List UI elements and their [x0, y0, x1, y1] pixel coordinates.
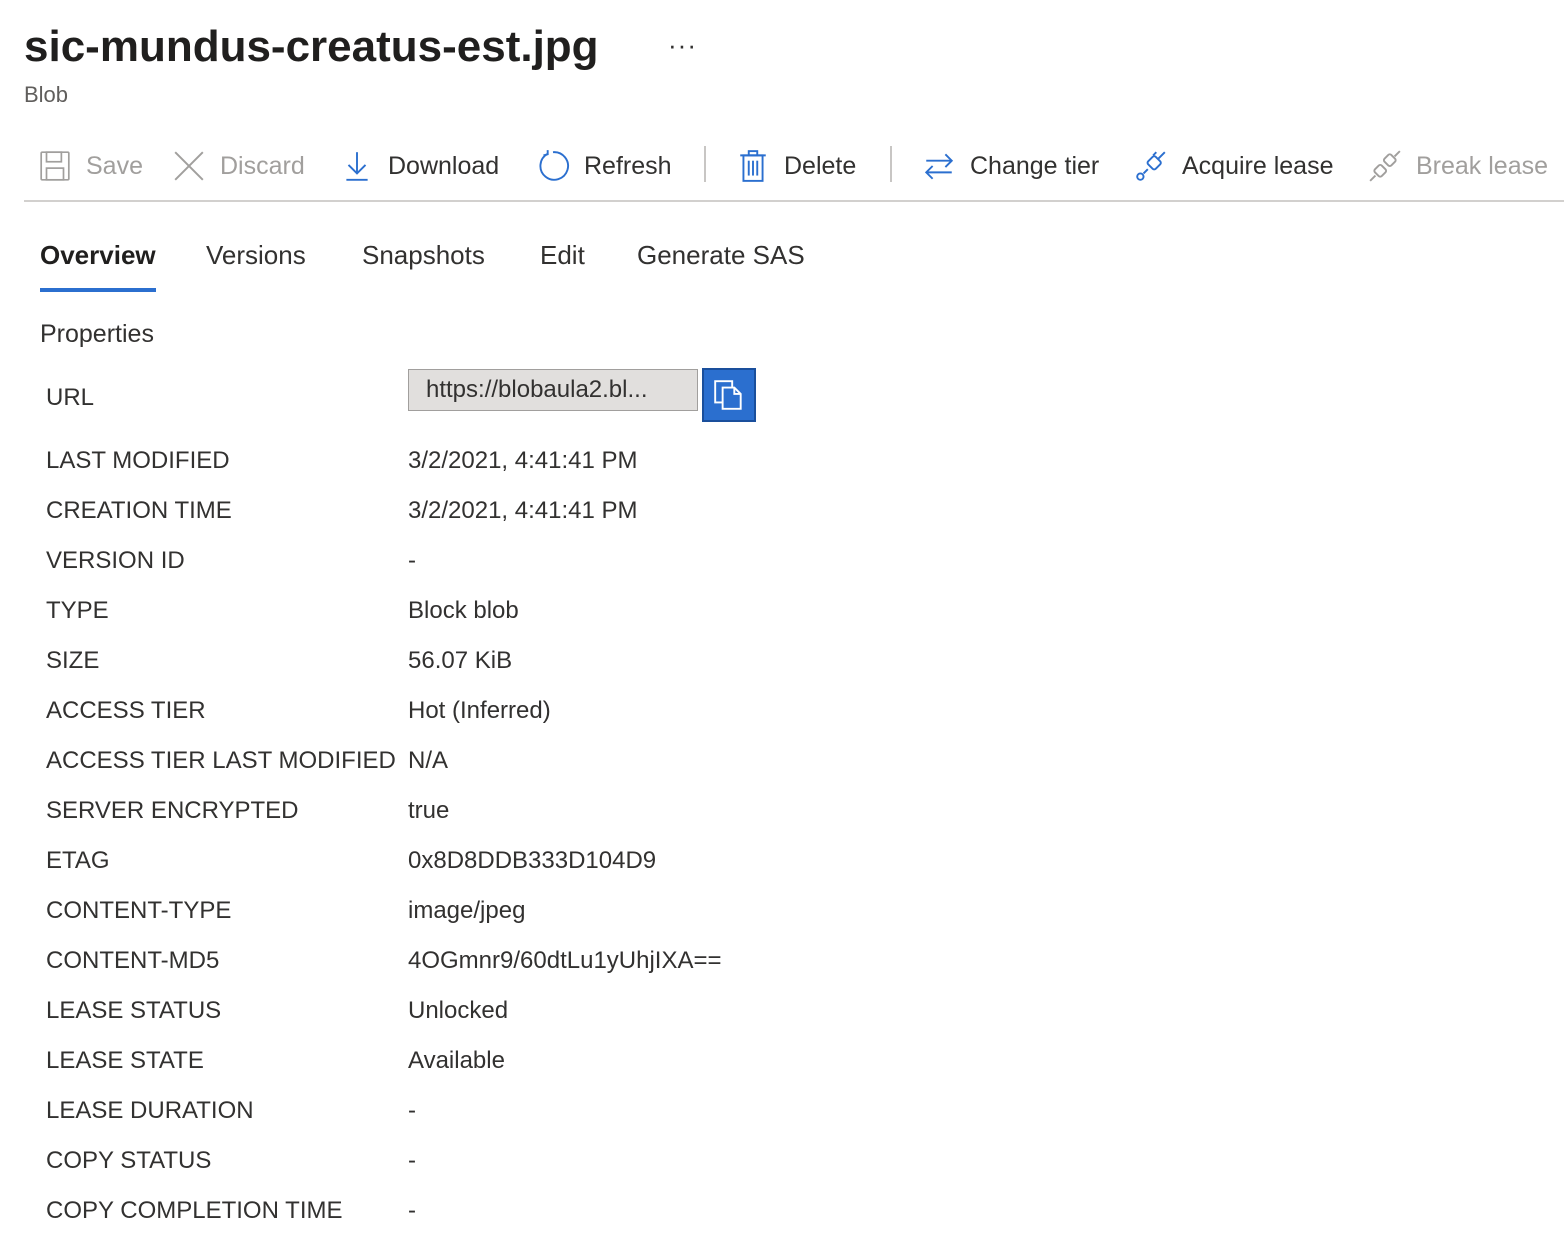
property-row: LAST MODIFIED 3/2/2021, 4:41:41 PM: [46, 447, 1246, 481]
property-value: 3/2/2021, 4:41:41 PM: [408, 447, 638, 474]
property-row: COPY COMPLETION TIME -: [46, 1197, 1246, 1231]
property-value: true: [408, 797, 450, 824]
plug-connect-icon: [1136, 151, 1166, 181]
property-value: Hot (Inferred): [408, 697, 551, 724]
property-value: -: [408, 1197, 416, 1224]
property-label: COPY STATUS: [46, 1147, 212, 1174]
tab-generate-sas[interactable]: Generate SAS: [637, 240, 805, 271]
property-value: Block blob: [408, 597, 519, 624]
trash-icon: [740, 150, 766, 182]
property-value: Available: [408, 1047, 505, 1074]
property-row: LEASE DURATION -: [46, 1097, 1246, 1131]
property-label: CONTENT-MD5: [46, 947, 220, 974]
command-bar: Save Discard Download Refresh Delete Cha…: [24, 140, 1564, 202]
property-label: URL: [46, 384, 95, 411]
change-tier-label: Change tier: [970, 151, 1100, 180]
page-subtitle: Blob: [24, 82, 69, 107]
refresh-label: Refresh: [584, 151, 672, 180]
refresh-button[interactable]: Refresh: [536, 146, 672, 186]
property-label: ETAG: [46, 847, 110, 874]
plug-disconnect-icon: [1369, 150, 1401, 182]
property-row: COPY STATUS -: [46, 1147, 1246, 1181]
toolbar-separator: [890, 146, 892, 182]
properties-heading: Properties: [40, 320, 154, 348]
page-header: sic-mundus-creatus-est.jpg: [24, 18, 599, 76]
tab-edit[interactable]: Edit: [540, 240, 585, 271]
property-row: LEASE STATUS Unlocked: [46, 997, 1246, 1031]
property-label: LAST MODIFIED: [46, 447, 230, 474]
property-row: ACCESS TIER LAST MODIFIED N/A: [46, 747, 1246, 781]
delete-label: Delete: [784, 151, 857, 180]
property-row: CONTENT-MD5 4OGmnr9/60dtLu1yUhjIXA==: [46, 947, 1246, 981]
property-label: LEASE DURATION: [46, 1097, 254, 1124]
property-label: ACCESS TIER: [46, 697, 206, 724]
swap-arrows-icon: [924, 153, 954, 180]
discard-button[interactable]: Discard: [172, 146, 305, 186]
property-row: CONTENT-TYPE image/jpeg: [46, 897, 1246, 931]
property-value: -: [408, 547, 416, 574]
acquire-lease-label: Acquire lease: [1182, 151, 1334, 180]
save-button[interactable]: Save: [38, 146, 143, 186]
property-row: TYPE Block blob: [46, 597, 1246, 631]
property-row: LEASE STATE Available: [46, 1047, 1246, 1081]
property-value: 56.07 KiB: [408, 647, 513, 674]
tab-versions[interactable]: Versions: [206, 240, 306, 271]
property-value: N/A: [408, 747, 449, 774]
property-row: ETAG 0x8D8DDB333D104D9: [46, 847, 1246, 881]
property-row: VERSION ID -: [46, 547, 1246, 581]
property-value: -: [408, 1097, 416, 1124]
change-tier-button[interactable]: Change tier: [922, 146, 1099, 186]
property-value: 0x8D8DDB333D104D9: [408, 847, 657, 874]
page-title: sic-mundus-creatus-est.jpg: [24, 22, 599, 71]
property-label: SIZE: [46, 647, 100, 674]
refresh-icon: [539, 150, 569, 181]
property-row: SIZE 56.07 KiB: [46, 647, 1246, 681]
property-row: ACCESS TIER Hot (Inferred): [46, 697, 1246, 731]
property-row: CREATION TIME 3/2/2021, 4:41:41 PM: [46, 497, 1246, 531]
break-lease-label: Break lease: [1416, 151, 1549, 180]
property-label: TYPE: [46, 597, 109, 624]
property-label: COPY COMPLETION TIME: [46, 1197, 343, 1224]
copy-url-button[interactable]: [702, 368, 756, 422]
delete-button[interactable]: Delete: [736, 146, 856, 186]
property-label: LEASE STATE: [46, 1047, 204, 1074]
tab-overview[interactable]: Overview: [40, 240, 156, 292]
property-row: SERVER ENCRYPTED true: [46, 797, 1246, 831]
property-label: LEASE STATUS: [46, 997, 222, 1024]
property-label: CONTENT-TYPE: [46, 897, 232, 924]
property-label: CREATION TIME: [46, 497, 232, 524]
property-value: image/jpeg: [408, 897, 526, 924]
copy-icon: [714, 380, 742, 410]
property-value: 3/2/2021, 4:41:41 PM: [408, 497, 638, 524]
property-label: VERSION ID: [46, 547, 185, 574]
download-button[interactable]: Download: [340, 146, 499, 186]
acquire-lease-button[interactable]: Acquire lease: [1134, 146, 1333, 186]
save-label: Save: [86, 151, 143, 180]
property-value: 4OGmnr9/60dtLu1yUhjIXA==: [408, 947, 722, 974]
break-lease-button[interactable]: Break lease: [1368, 146, 1548, 186]
toolbar-separator: [704, 146, 706, 182]
download-icon: [346, 152, 368, 181]
more-options-icon[interactable]: ···: [668, 30, 697, 61]
property-label: SERVER ENCRYPTED: [46, 797, 299, 824]
property-value: Unlocked: [408, 997, 509, 1024]
property-label: ACCESS TIER LAST MODIFIED: [46, 747, 396, 774]
download-label: Download: [388, 151, 500, 180]
url-field[interactable]: https://blobaula2.bl...: [408, 369, 698, 411]
discard-label: Discard: [220, 151, 305, 180]
close-icon: [174, 151, 204, 181]
property-value: -: [408, 1147, 416, 1174]
tab-snapshots[interactable]: Snapshots: [362, 240, 485, 271]
save-icon: [40, 151, 70, 181]
